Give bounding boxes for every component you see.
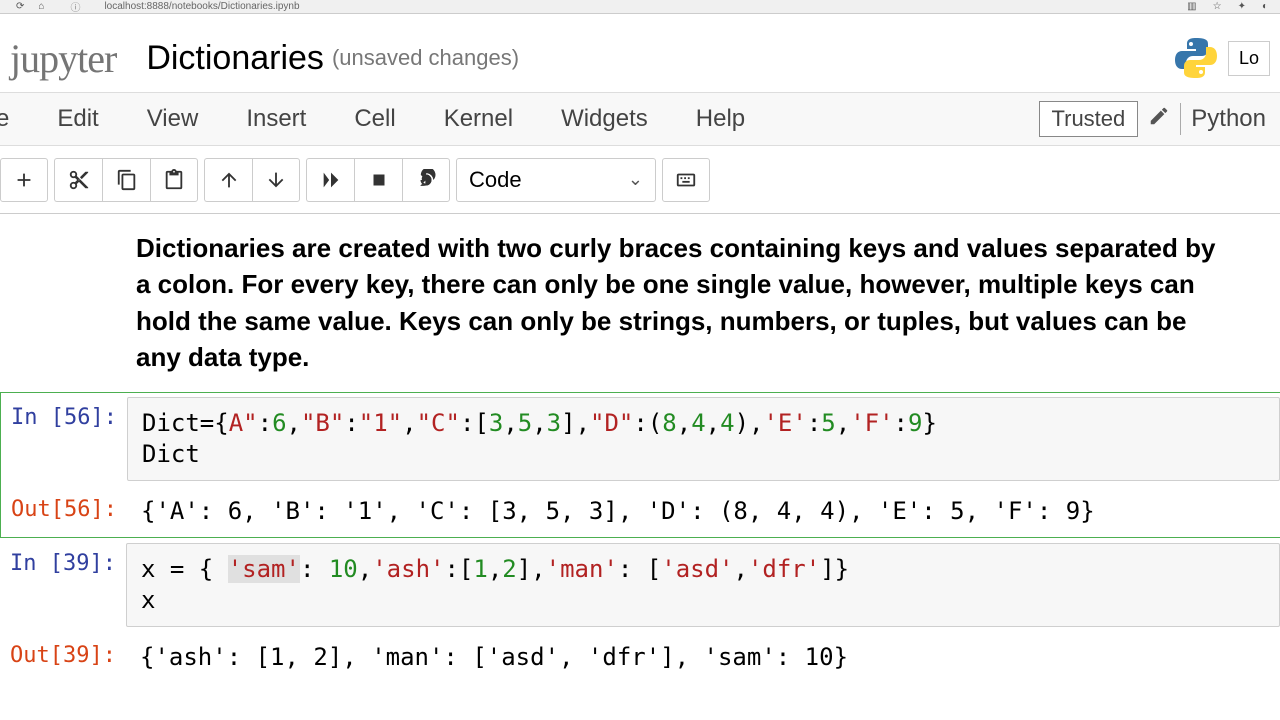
browser-address-bar: ⟳ ⌂ ⓘ localhost:8888/notebooks/Dictionar…	[0, 0, 1280, 14]
paste-button[interactable]	[150, 158, 198, 202]
cell-type-value: Code	[469, 167, 522, 193]
in-prompt: In [39]:	[0, 543, 126, 576]
refresh-icon[interactable]: ⟳	[16, 1, 24, 12]
stop-button[interactable]	[354, 158, 402, 202]
out-prompt: Out[39]:	[0, 635, 126, 668]
cell-type-select[interactable]: Code ⌄	[456, 158, 656, 202]
kernel-name[interactable]: Python	[1191, 105, 1266, 133]
restart-button[interactable]	[402, 158, 450, 202]
code-input[interactable]: Dict={A":6,"B":"1","C":[3,5,3],"D":(8,4,…	[127, 397, 1280, 481]
in-prompt: In [56]:	[1, 397, 127, 430]
menu-cell[interactable]: Cell	[354, 105, 395, 133]
notebook-header: jupyter Dictionaries (unsaved changes) L…	[0, 14, 1280, 92]
profile-icon[interactable]: ◐	[1262, 1, 1268, 12]
bookmark-star-icon[interactable]: ☆	[1213, 1, 1222, 12]
menu-insert[interactable]: Insert	[246, 105, 306, 133]
toolbar: Code ⌄	[0, 146, 1280, 214]
trusted-indicator[interactable]: Trusted	[1039, 101, 1139, 137]
jupyter-logo[interactable]: jupyter	[10, 35, 116, 82]
menu-file-cut[interactable]: e	[0, 105, 9, 133]
menu-kernel[interactable]: Kernel	[444, 105, 513, 133]
save-status: (unsaved changes)	[332, 45, 519, 71]
move-down-button[interactable]	[252, 158, 300, 202]
markdown-cell[interactable]: Dictionaries are created with two curly …	[0, 220, 1280, 392]
menu-help[interactable]: Help	[696, 105, 745, 133]
menu-edit[interactable]: Edit	[57, 105, 98, 133]
login-button[interactable]: Lo	[1228, 41, 1270, 76]
code-cell-1[interactable]: In [56]: Dict={A":6,"B":"1","C":[3,5,3],…	[0, 392, 1280, 538]
info-icon: ⓘ	[70, 0, 80, 14]
python-logo-icon	[1172, 34, 1220, 82]
menubar: e Edit View Insert Cell Kernel Widgets H…	[0, 92, 1280, 146]
move-up-button[interactable]	[204, 158, 252, 202]
notebook-title[interactable]: Dictionaries	[146, 39, 324, 78]
add-cell-button[interactable]	[0, 158, 48, 202]
url-text[interactable]: localhost:8888/notebooks/Dictionaries.ip…	[96, 1, 1171, 12]
code-output: {'ash': [1, 2], 'man': ['asd', 'dfr'], '…	[126, 635, 1280, 679]
notebook-container: Dictionaries are created with two curly …	[0, 214, 1280, 683]
command-palette-button[interactable]	[662, 158, 710, 202]
chevron-down-icon: ⌄	[628, 169, 643, 190]
menu-view[interactable]: View	[147, 105, 199, 133]
reading-list-icon[interactable]: ▥	[1187, 1, 1196, 12]
code-output: {'A': 6, 'B': '1', 'C': [3, 5, 3], 'D': …	[127, 489, 1280, 533]
menu-widgets[interactable]: Widgets	[561, 105, 648, 133]
copy-button[interactable]	[102, 158, 150, 202]
home-icon[interactable]: ⌂	[38, 1, 44, 12]
out-prompt: Out[56]:	[1, 489, 127, 522]
cut-button[interactable]	[54, 158, 102, 202]
code-input[interactable]: x = { 'sam': 10,'ash':[1,2],'man': ['asd…	[126, 543, 1280, 627]
edit-pencil-icon[interactable]	[1148, 105, 1170, 133]
run-button[interactable]	[306, 158, 354, 202]
code-cell-2[interactable]: In [39]: x = { 'sam': 10,'ash':[1,2],'ma…	[0, 538, 1280, 683]
favorites-icon[interactable]: ✦	[1238, 1, 1246, 12]
vertical-divider	[1180, 103, 1181, 135]
